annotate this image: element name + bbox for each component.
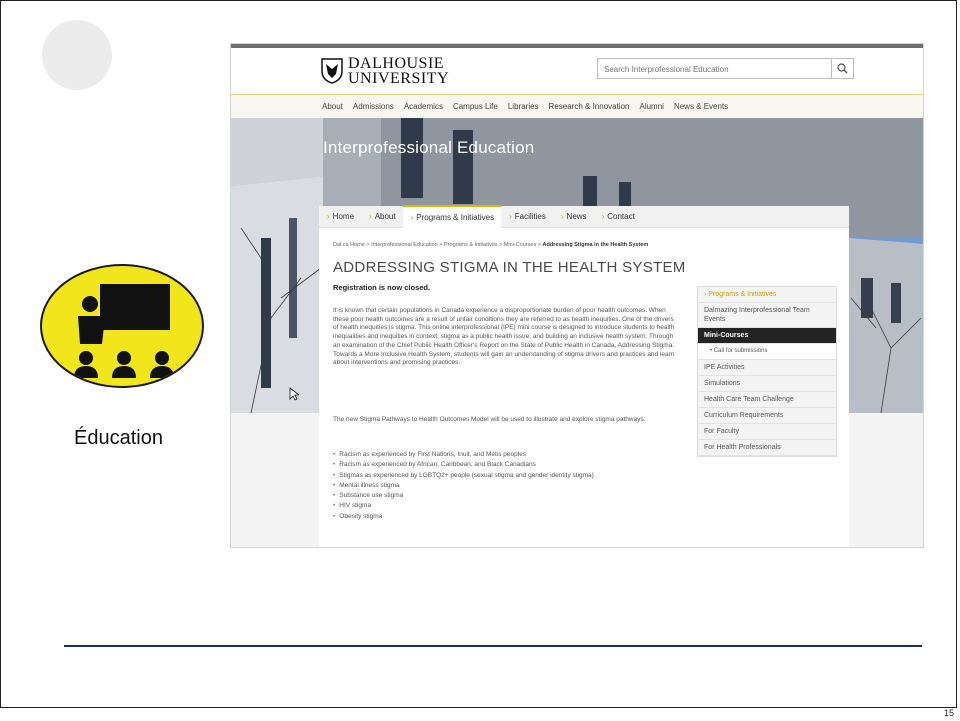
nav-libraries[interactable]: Libraries xyxy=(508,102,539,111)
list-item: Obesity stigma xyxy=(333,512,594,522)
list-item: Substance use stigma xyxy=(333,491,594,501)
nav-academics[interactable]: Academics xyxy=(404,102,443,111)
logo-line-1: DALHOUSIE xyxy=(348,55,445,72)
breadcrumb-home[interactable]: Dal.ca Home xyxy=(333,242,365,248)
website-screenshot: DALHOUSIE UNIVERSITY About Admissions Ac… xyxy=(230,43,924,548)
page-title: ADDRESSING STIGMA IN THE HEALTH SYSTEM xyxy=(333,259,686,276)
sidebar-item-call-for-submissions[interactable]: Call for submissions xyxy=(698,344,836,360)
subnav-news[interactable]: News xyxy=(553,206,594,228)
breadcrumb: Dal.ca Home > Interprofessional Educatio… xyxy=(333,242,648,248)
nav-news-events[interactable]: News & Events xyxy=(674,102,728,111)
subnav-about[interactable]: About xyxy=(361,206,403,228)
breadcrumb-separator: > xyxy=(439,242,443,248)
nav-alumni[interactable]: Alumni xyxy=(639,102,663,111)
breadcrumb-separator: > xyxy=(537,242,541,248)
bottom-rule xyxy=(64,645,922,647)
slide-page-number: 15 xyxy=(944,708,955,718)
nav-about[interactable]: About xyxy=(322,102,343,111)
registration-status: Registration is now closed. xyxy=(333,283,431,292)
site-header: DALHOUSIE UNIVERSITY xyxy=(231,48,923,94)
education-label: Éducation xyxy=(74,427,163,449)
list-item: Racism as experienced by African, Caribb… xyxy=(333,460,594,470)
list-item: HIV stigma xyxy=(333,501,594,511)
sidebar-item-simulations[interactable]: Simulations xyxy=(698,376,836,392)
intro-paragraph: It is known that certain populations in … xyxy=(333,307,675,367)
sidebar-heading[interactable]: Programs & Initiatives xyxy=(698,287,836,303)
subnav-facilities[interactable]: Facilities xyxy=(501,206,553,228)
breadcrumb-programs[interactable]: Programs & Initiatives xyxy=(444,242,498,248)
university-logo-text[interactable]: DALHOUSIE UNIVERSITY xyxy=(348,55,449,87)
list-item: Racism as experienced by First Nations, … xyxy=(333,450,594,460)
nav-admissions[interactable]: Admissions xyxy=(353,102,394,111)
content-panel: Home About Programs & Initiatives Facili… xyxy=(319,204,849,547)
sidebar-item-curriculum[interactable]: Curriculum Requirements xyxy=(698,408,836,424)
site-search xyxy=(597,58,854,79)
dalhousie-shield-icon xyxy=(321,58,343,84)
decorative-circle xyxy=(42,20,112,90)
subnav-contact[interactable]: Contact xyxy=(594,206,642,228)
logo-line-2: UNIVERSITY xyxy=(348,70,449,87)
mouse-cursor-icon xyxy=(289,387,299,401)
section-subnav: Home About Programs & Initiatives Facili… xyxy=(319,204,849,228)
search-button[interactable] xyxy=(831,59,853,78)
breadcrumb-ipe[interactable]: Interprofessional Education xyxy=(371,242,438,248)
sidebar-nav: Programs & Initiatives Dalmazing Interpr… xyxy=(697,286,837,457)
sidebar-item-mini-courses[interactable]: Mini-Courses xyxy=(698,328,836,344)
teacher-classroom-icon xyxy=(40,264,204,388)
site-main-nav: About Admissions Academics Campus Life L… xyxy=(231,94,923,118)
list-item: Stigmas as experienced by LGBTQ2+ people… xyxy=(333,471,594,481)
stigma-pathway-list: Racism as experienced by First Nations, … xyxy=(333,450,594,522)
sidebar-item-ipe-activities[interactable]: IPE Activities xyxy=(698,360,836,376)
search-icon xyxy=(837,63,848,74)
sidebar-item-dalmazing[interactable]: Dalmazing Interprofessional Team Events xyxy=(698,303,836,328)
list-item: Mental illness stigma xyxy=(333,481,594,491)
model-paragraph: The new Stigma Pathways to Health Outcom… xyxy=(333,416,646,423)
subnav-home[interactable]: Home xyxy=(319,206,361,228)
nav-research[interactable]: Research & Innovation xyxy=(549,102,630,111)
search-input[interactable] xyxy=(598,60,828,79)
subnav-programs-initiatives[interactable]: Programs & Initiatives xyxy=(402,204,502,228)
sidebar-item-team-challenge[interactable]: Health Care Team Challenge xyxy=(698,392,836,408)
hero-title: Interprofessional Education xyxy=(323,138,535,157)
sidebar-item-for-health-professionals[interactable]: For Health Professionals xyxy=(698,440,836,456)
breadcrumb-separator: > xyxy=(499,242,503,248)
nav-campus-life[interactable]: Campus Life xyxy=(453,102,498,111)
breadcrumb-current: Addressing Stigma in the Health System xyxy=(542,242,649,248)
breadcrumb-mini-courses[interactable]: Mini-Courses xyxy=(504,242,536,248)
sidebar-item-for-faculty[interactable]: For Faculty xyxy=(698,424,836,440)
breadcrumb-separator: > xyxy=(366,242,370,248)
